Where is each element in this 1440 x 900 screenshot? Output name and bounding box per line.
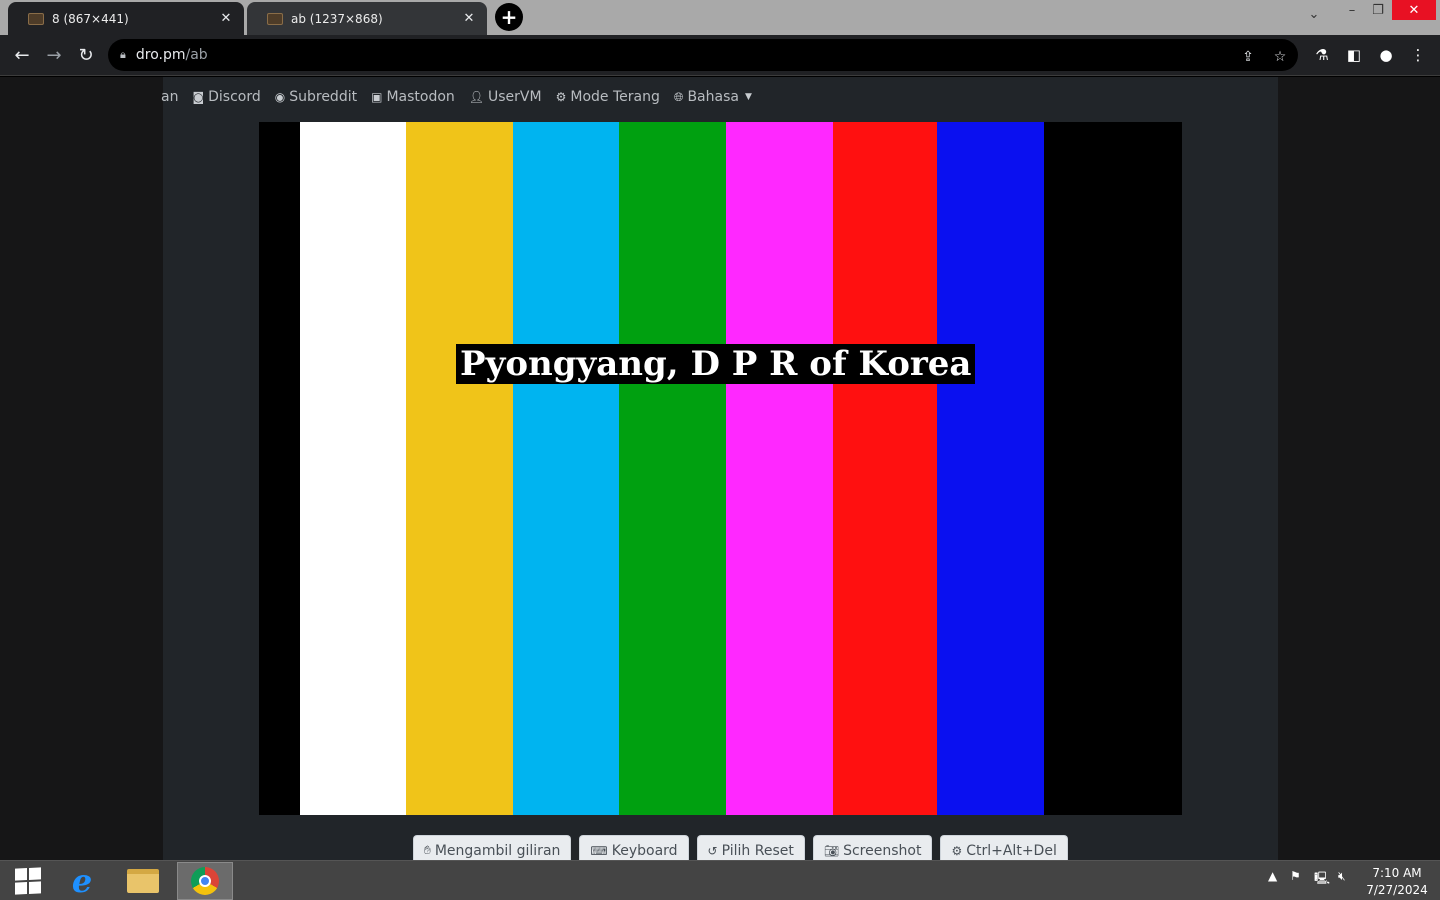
nav-item-label: Mode Terang (570, 89, 660, 105)
color-bar-blue (937, 122, 1044, 815)
tab-close-icon[interactable]: ✕ (461, 11, 477, 26)
forward-arrow-icon[interactable]: → (42, 43, 66, 67)
bookmark-star-icon[interactable]: ☆ (1270, 47, 1290, 67)
site-nav: an ◙ Discord ◉ Subreddit ▣ Mastodon 👤︎ UserV… (161, 85, 770, 109)
tab-strip: 8 (867×441) ✕ ab (1237×868) ✕ + ⌄ – ❐ ✕ (0, 0, 1440, 35)
nav-item-uservm[interactable]: 👤︎ UserVM (469, 89, 542, 105)
hand-icon: ✋︎ (424, 843, 431, 857)
mastodon-icon: ▣ (371, 90, 383, 104)
chrome-icon (191, 867, 219, 895)
nav-item-label: an (161, 89, 179, 105)
nav-item-language[interactable]: 🌐︎ Bahasa ▼ (674, 89, 756, 105)
tab-favicon-icon (28, 12, 44, 25)
button-label: Pilih Reset (721, 842, 794, 859)
camera-icon: 📷︎ (823, 843, 840, 858)
taskbar: e ▲ ⚑ 🖳︎ 🔇︎ 7:10 AM 7/27/2024 (0, 860, 1440, 900)
system-clock[interactable]: 7:10 AM 7/27/2024 (1362, 865, 1432, 899)
button-label: Mengambil giliran (434, 842, 561, 859)
nav-item-label: Mastodon (386, 89, 455, 105)
button-label: Ctrl+Alt+Del (966, 842, 1057, 859)
tab-title: ab (1237×868) (291, 11, 383, 26)
taskbar-explorer[interactable] (115, 862, 171, 900)
back-arrow-icon[interactable]: ← (10, 43, 34, 67)
taskbar-chrome[interactable] (177, 862, 233, 900)
action-center-flag-icon[interactable]: ⚑ (1290, 869, 1301, 883)
address-bar[interactable]: 🔒︎ dro.pm/ab ⇪ ☆ (108, 39, 1298, 71)
reset-icon: ↺ (707, 843, 718, 858)
tab-active[interactable]: 8 (867×441) ✕ (8, 2, 244, 35)
tab-title: 8 (867×441) (52, 11, 129, 26)
nav-item-mastodon[interactable]: ▣ Mastodon (371, 89, 455, 105)
start-button[interactable] (0, 862, 56, 900)
color-bar-white (300, 122, 406, 815)
gear-icon: ⚙ (951, 843, 963, 858)
windows-logo-icon (15, 867, 41, 895)
side-panel-icon[interactable]: ◧ (1344, 45, 1364, 65)
network-icon[interactable]: 🖳︎ (1314, 869, 1330, 890)
keyboard-icon: ⌨ (590, 843, 608, 858)
nav-item-label: Bahasa (687, 89, 739, 105)
window-minimize-button[interactable]: – (1340, 0, 1364, 20)
color-bar-yellow (406, 122, 513, 815)
color-bar-green (619, 122, 726, 815)
reddit-icon: ◉ (274, 90, 286, 104)
screen-caption: Pyongyang, D P R of Korea (456, 344, 976, 384)
vm-panel: an ◙ Discord ◉ Subreddit ▣ Mastodon 👤︎ UserV… (161, 77, 1278, 865)
lock-icon: 🔒︎ (120, 48, 126, 61)
labs-flask-icon[interactable]: ⚗ (1312, 45, 1332, 65)
color-bar-cyan (513, 122, 619, 815)
file-explorer-icon (127, 869, 159, 893)
gear-icon: ⚙ (555, 90, 567, 104)
tab-favicon-icon (267, 12, 283, 25)
clock-date: 7/27/2024 (1366, 883, 1428, 897)
taskbar-ie[interactable]: e (54, 862, 110, 900)
url-host: dro.pm (135, 47, 186, 63)
caret-down-icon: ▼ (744, 92, 752, 102)
window-close-button[interactable]: ✕ (1392, 0, 1436, 20)
user-icon: 👤︎ (468, 90, 485, 104)
browser-toolbar: ← → ↻ 🔒︎ dro.pm/ab ⇪ ☆ ⚗ ◧ ● ⋮ (0, 35, 1440, 76)
volume-muted-icon[interactable]: 🔇︎ (1338, 869, 1346, 884)
clock-time: 7:10 AM (1372, 866, 1422, 880)
nav-item-subreddit[interactable]: ◉ Subreddit (275, 89, 357, 105)
tab-search-chevron-icon[interactable]: ⌄ (1300, 4, 1328, 24)
button-label: Keyboard (611, 842, 678, 859)
button-label: Screenshot (843, 842, 922, 859)
nav-item-label: Subreddit (289, 89, 358, 105)
discord-icon: ◙ (192, 90, 205, 104)
internet-explorer-icon: e (71, 862, 93, 900)
nav-item-discord[interactable]: ◙ Discord (192, 89, 260, 105)
profile-avatar-icon[interactable]: ● (1376, 45, 1396, 65)
vm-screen[interactable]: Pyongyang, D P R of Korea (259, 122, 1182, 815)
share-icon[interactable]: ⇪ (1238, 47, 1258, 67)
color-bars (300, 122, 1044, 815)
new-tab-button[interactable]: + (495, 3, 523, 31)
tray-overflow-icon[interactable]: ▲ (1268, 869, 1277, 883)
color-bar-magenta (726, 122, 833, 815)
window-restore-button[interactable]: ❐ (1366, 0, 1390, 20)
nav-item-label: UserVM (488, 89, 542, 105)
url-path: /ab (185, 47, 208, 63)
reload-icon[interactable]: ↻ (74, 43, 98, 67)
page-viewport: an ◙ Discord ◉ Subreddit ▣ Mastodon 👤︎ UserV… (0, 77, 1440, 865)
nav-item-light-mode[interactable]: ⚙ Mode Terang (556, 89, 660, 105)
menu-kebab-icon[interactable]: ⋮ (1408, 45, 1428, 65)
color-bar-red (833, 122, 937, 815)
tab-inactive[interactable]: ab (1237×868) ✕ (247, 2, 487, 35)
tab-close-icon[interactable]: ✕ (218, 11, 234, 26)
nav-item-label: Discord (208, 89, 261, 105)
nav-item-partial[interactable]: an (161, 89, 178, 105)
globe-icon: 🌐︎ (673, 89, 684, 104)
